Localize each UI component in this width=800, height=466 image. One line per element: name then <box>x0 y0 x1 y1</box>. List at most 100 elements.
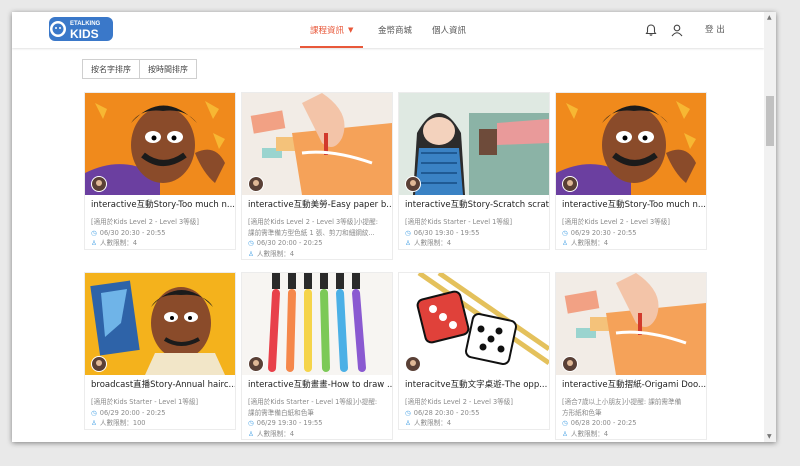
nav-course-info[interactable]: 課程資訊 ▼ <box>299 12 364 48</box>
course-level: [適用於Kids Level 2 - Level 3等級] <box>91 218 199 226</box>
course-time-text: 06/29 20:00 - 20:25 <box>99 408 166 417</box>
teacher-avatar <box>562 356 578 372</box>
course-capacity: ♙ 人數限制：4 <box>242 429 392 440</box>
course-capacity: ♙ 人數限制：4 <box>399 418 549 429</box>
browser-window: ETALKING KIDS 課程資訊 ▼ 金幣商城 個人資訊 登 出 按名字排序… <box>12 12 776 442</box>
course-card[interactable]: interactive互動摺紙-Origami Doo... [適合7歲以上小朋… <box>555 272 707 440</box>
clock-icon: ◷ <box>248 239 254 247</box>
teacher-avatar <box>248 356 264 372</box>
course-card[interactable]: interactive互動美勞-Easy paper b... [適用於Kids… <box>241 92 393 260</box>
clock-icon: ◷ <box>562 419 568 427</box>
course-card[interactable]: broadcast直播Story-Annual hairc... [適用於Kid… <box>84 272 236 430</box>
course-capacity-text: 人數限制：4 <box>256 249 295 258</box>
course-time: ◷ 06/29 20:30 - 20:55 <box>556 228 706 239</box>
nav-profile[interactable]: 個人資訊 <box>432 12 466 48</box>
course-card[interactable]: interacitve互動文字桌遊-The opp... [適用於Kids Le… <box>398 272 550 430</box>
teacher-avatar <box>405 356 421 372</box>
clock-icon: ◷ <box>405 408 411 417</box>
course-card[interactable]: interactive互動Story-Too much n... [適用於Kid… <box>84 92 236 250</box>
course-level: [適用於Kids Level 2 - Level 3等級] <box>562 218 670 226</box>
course-capacity-text: 人數限制：4 <box>256 429 295 438</box>
sort-by-name-button[interactable]: 按名字排序 <box>82 59 140 79</box>
course-capacity-text: 人數限制：4 <box>413 239 452 247</box>
course-capacity: ♙ 人數限制：4 <box>85 238 235 249</box>
course-time-text: 06/30 20:00 - 20:25 <box>256 239 323 247</box>
person-icon: ♙ <box>91 239 97 247</box>
person-icon: ♙ <box>91 419 97 427</box>
course-thumbnail[interactable] <box>85 273 235 375</box>
course-title: interactive互動Story-Scratch scrat... <box>405 200 549 210</box>
course-title: interacitve互動文字桌遊-The opp... <box>405 380 548 390</box>
clock-icon: ◷ <box>91 408 97 417</box>
sort-toolbar: 按名字排序 按時間排序 <box>82 59 197 79</box>
course-title: interactive互動摺紙-Origami Doo... <box>562 380 706 390</box>
scroll-down-icon[interactable]: ▼ <box>767 433 772 440</box>
course-thumbnail[interactable] <box>556 93 706 195</box>
scroll-up-icon[interactable]: ▲ <box>767 14 772 21</box>
course-note: 方形紙和色筆 <box>562 408 602 417</box>
course-title: interactive互動美勞-Easy paper b... <box>248 200 392 210</box>
bell-icon[interactable] <box>644 23 658 37</box>
etalking-kids-logo[interactable]: ETALKING KIDS <box>48 16 114 42</box>
course-title: interactive互動畫畫-How to draw ... <box>248 380 392 390</box>
course-capacity: ♙ 人數限制：100 <box>85 418 235 429</box>
course-time-text: 06/30 20:30 - 20:55 <box>99 228 166 237</box>
clock-icon: ◷ <box>91 228 97 237</box>
nav-coin-store[interactable]: 金幣商城 <box>378 12 412 48</box>
course-level: [適用於Kids Starter - Level 1等級]小提醒: <box>248 398 378 406</box>
person-icon: ♙ <box>405 419 411 427</box>
person-icon: ♙ <box>248 429 254 438</box>
course-time-text: 06/30 19:30 - 19:55 <box>413 228 480 237</box>
course-thumbnail[interactable] <box>242 273 392 375</box>
clock-icon: ◷ <box>562 228 568 237</box>
course-time: ◷ 06/30 20:30 - 20:55 <box>85 228 235 239</box>
course-time-text: 06/29 19:30 - 19:55 <box>256 419 323 427</box>
caret-down-icon: ▼ <box>348 26 354 34</box>
clock-icon: ◷ <box>405 228 411 237</box>
course-capacity-text: 人數限制：4 <box>570 239 609 247</box>
vertical-scrollbar[interactable]: ▲ ▼ <box>764 12 776 442</box>
clock-icon: ◷ <box>248 419 254 427</box>
user-icon[interactable] <box>670 23 684 37</box>
course-card[interactable]: interactive互動畫畫-How to draw ... [適用於Kids… <box>241 272 393 440</box>
teacher-avatar <box>91 356 107 372</box>
course-time-text: 06/28 20:00 - 20:25 <box>570 419 637 427</box>
course-note: 課前需準備方型色紙 1 張、剪刀和細鋼紋... <box>248 228 375 237</box>
nav-coin-store-label: 金幣商城 <box>378 26 413 36</box>
person-icon: ♙ <box>562 429 568 438</box>
course-thumbnail[interactable] <box>242 93 392 195</box>
course-thumbnail[interactable] <box>399 93 549 195</box>
teacher-avatar <box>405 176 421 192</box>
person-icon: ♙ <box>562 239 568 247</box>
course-time: ◷ 06/28 20:30 - 20:55 <box>399 408 549 419</box>
course-time: ◷ 06/29 19:30 - 19:55 <box>242 418 392 429</box>
teacher-avatar <box>248 176 264 192</box>
course-time: ◷ 06/30 20:00 - 20:25 <box>242 238 392 249</box>
svg-text:KIDS: KIDS <box>70 27 99 41</box>
course-note: 課前需準備白紙和色筆 <box>248 408 314 417</box>
course-thumbnail[interactable] <box>85 93 235 195</box>
course-time: ◷ 06/30 19:30 - 19:55 <box>399 228 549 239</box>
course-card[interactable]: interactive互動Story-Scratch scrat... [適用於… <box>398 92 550 250</box>
course-capacity: ♙ 人數限制：4 <box>399 238 549 249</box>
course-time: ◷ 06/29 20:00 - 20:25 <box>85 408 235 419</box>
course-level: [適用於Kids Level 2 - Level 3等級]小提醒: <box>248 218 378 226</box>
course-level: [適用於Kids Level 2 - Level 3等級] <box>405 398 513 406</box>
course-card[interactable]: interactive互動Story-Too much n... [適用於Kid… <box>555 92 707 250</box>
course-level: [適用於Kids Starter - Level 1等級] <box>91 398 199 406</box>
course-title: interactive互動Story-Too much n... <box>91 200 235 210</box>
course-capacity: ♙ 人數限制：4 <box>242 249 392 260</box>
course-time: ◷ 06/28 20:00 - 20:25 <box>556 418 706 429</box>
course-capacity: ♙ 人數限制：4 <box>556 238 706 249</box>
person-icon: ♙ <box>405 239 411 247</box>
nav-profile-label: 個人資訊 <box>432 26 467 36</box>
logout-button[interactable]: 登 出 <box>705 23 725 35</box>
scrollbar-thumb[interactable] <box>766 96 774 146</box>
course-thumbnail[interactable] <box>399 273 549 375</box>
course-capacity-text: 人數限制：4 <box>99 239 138 247</box>
course-thumbnail[interactable] <box>556 273 706 375</box>
teacher-avatar <box>562 176 578 192</box>
sort-by-time-button[interactable]: 按時間排序 <box>140 59 197 79</box>
course-capacity-text: 人數限制：4 <box>413 419 452 427</box>
nav-course-info-label: 課程資訊 <box>310 26 345 36</box>
